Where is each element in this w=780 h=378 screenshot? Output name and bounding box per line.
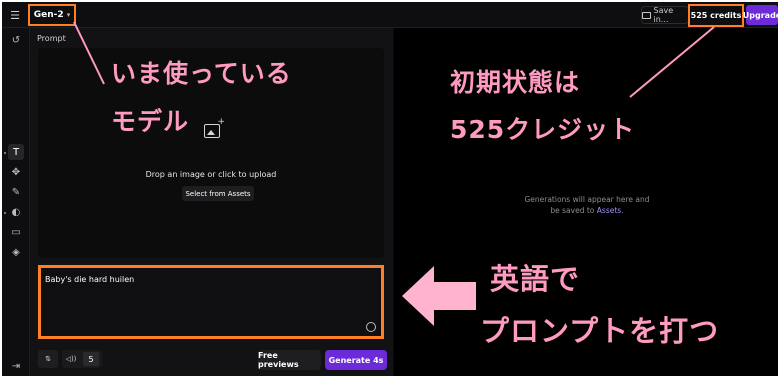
left-arrow-icon (402, 266, 476, 326)
model-selector[interactable]: Gen-2 ▾ (28, 4, 76, 26)
annotation-prompt-line1: 英語で (490, 262, 581, 296)
upgrade-button[interactable]: Upgrade (743, 5, 778, 25)
rail-indicator-dot (4, 152, 6, 154)
annotation-credits-line1: 初期状態は (450, 68, 581, 97)
prompt-label: Prompt (37, 34, 66, 43)
assets-link[interactable]: Assets (597, 206, 621, 215)
palette-tool-icon[interactable]: ◐ (8, 204, 24, 220)
empty-state-message: Generations will appear here and be save… (520, 194, 654, 216)
text-tool-icon[interactable]: T (8, 144, 24, 160)
empty-state-period: . (621, 206, 624, 215)
generate-button[interactable]: Generate 4s (325, 350, 387, 370)
lightbulb-icon[interactable] (366, 322, 376, 332)
chevron-down-icon: ▾ (66, 11, 71, 19)
menu-icon[interactable]: ☰ (6, 6, 24, 24)
annotation-model-line1: いま使っている (111, 59, 292, 88)
select-from-assets-button[interactable]: Select from Assets (182, 186, 254, 201)
prompt-input[interactable]: Baby's die hard huilen (38, 265, 384, 339)
empty-state-text: Generations will appear here and be save… (524, 195, 650, 215)
prompt-text: Baby's die hard huilen (45, 275, 135, 284)
motion-tool-icon[interactable]: ✥ (8, 164, 24, 180)
collapse-panel-icon[interactable]: ⇥ (8, 358, 24, 374)
tool-rail: ↺ T ✥ ✎ ◐ ▭ ◈ ⇥ (2, 28, 30, 376)
folder-icon (642, 11, 651, 19)
credits-badge[interactable]: 525 credits (688, 4, 744, 27)
save-label: Save in... (653, 6, 674, 24)
annotation-model-line2: モデル (111, 107, 190, 136)
top-bar: ☰ Gen-2 ▾ Save in... 525 credits Upgrade (2, 2, 778, 28)
layers-tool-icon[interactable]: ◈ (8, 244, 24, 260)
brush-tool-icon[interactable]: ✎ (8, 184, 24, 200)
speaker-icon: ◁)) (65, 355, 77, 363)
annotation-credits-line2: 525クレジット (450, 115, 636, 144)
annotation-prompt-line2: プロンプトを打つ (480, 314, 720, 348)
generation-toolbar: ⇅ ◁)) 5 Free previews Generate 4s (30, 344, 393, 376)
image-upload-icon (204, 117, 225, 138)
duration-value: 5 (83, 352, 99, 366)
rail-indicator-dot (4, 212, 6, 214)
save-button[interactable]: Save in... (641, 6, 689, 24)
free-previews-button[interactable]: Free previews (258, 350, 321, 370)
aspect-tool-icon[interactable]: ▭ (8, 224, 24, 240)
duration-selector[interactable]: ◁)) 5 (62, 350, 102, 368)
model-name: Gen-2 (33, 10, 64, 20)
history-icon[interactable]: ↺ (8, 32, 24, 48)
dropzone-text: Drop an image or click to upload (145, 170, 277, 179)
settings-button[interactable]: ⇅ (38, 350, 58, 368)
